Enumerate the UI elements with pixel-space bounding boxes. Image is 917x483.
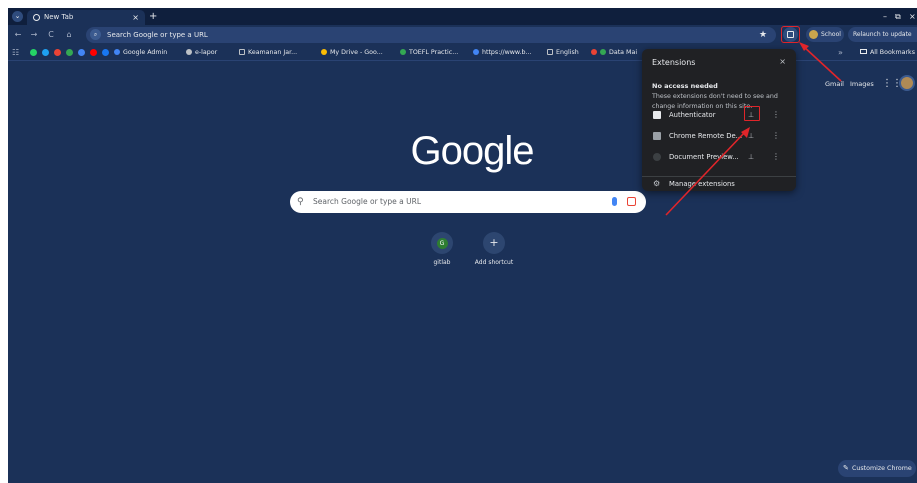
customize-label: Customize Chrome [852, 465, 912, 472]
gitlab-icon: G [436, 237, 448, 249]
tab-strip: ⌄ New Tab × + – ⧉ × [8, 8, 917, 25]
address-bar-placeholder: Search Google or type a URL [107, 31, 208, 39]
profile-avatar-icon [809, 30, 818, 39]
toolbar: ← → C ⌂ ⌕ Search Google or type a URL ★ … [8, 25, 917, 45]
maps-icon[interactable] [66, 49, 73, 56]
bookmark-data-mai[interactable]: Data Mai [591, 45, 637, 61]
extension-row-authenticator[interactable]: Authenticator ⊥ ⋮ [642, 105, 796, 125]
whatsapp-icon[interactable] [30, 49, 37, 56]
extensions-button-highlight [781, 26, 800, 43]
relaunch-button[interactable]: Relaunch to update [848, 27, 917, 42]
pin-icon[interactable]: ⊥ [748, 126, 754, 146]
tab-close-button[interactable]: × [132, 10, 139, 25]
link-icon [591, 49, 597, 55]
popup-title: Extensions [652, 58, 696, 67]
add-icon: + [483, 232, 505, 254]
manage-extensions-button[interactable]: ⚙ Manage extensions [642, 177, 796, 191]
authenticator-icon [653, 111, 661, 119]
more-options-icon[interactable]: ⋮ [772, 126, 780, 146]
bookmark-star-icon[interactable]: ★ [759, 27, 767, 43]
account-avatar[interactable] [899, 75, 915, 91]
extensions-popup: Extensions × No access needed These exte… [642, 49, 796, 191]
bookmark-keamanan[interactable]: Keamanan Jar... [239, 45, 297, 61]
customize-chrome-button[interactable]: ✎ Customize Chrome [838, 460, 916, 477]
section-title: No access needed [652, 82, 718, 90]
search-icon: ⚲ [297, 197, 304, 207]
images-link[interactable]: Images [850, 80, 874, 88]
bookmark-e-lapor[interactable]: e-lapor [186, 45, 217, 61]
docs-icon[interactable] [78, 49, 85, 56]
tab-title: New Tab [44, 13, 74, 21]
shortcut-label: gitlab [433, 259, 451, 266]
facebook-icon[interactable] [102, 49, 109, 56]
folder-icon [860, 49, 867, 54]
home-button[interactable]: ⌂ [63, 29, 75, 41]
gmail-icon[interactable] [54, 49, 61, 56]
shortcut-gitlab[interactable]: G gitlab [420, 232, 464, 266]
extension-name: Chrome Remote De... [669, 132, 743, 140]
all-bookmarks-button[interactable]: All Bookmarks [860, 45, 915, 61]
profile-label: School [821, 31, 841, 38]
extension-name: Authenticator [669, 111, 716, 119]
search-icon: ⌕ [90, 29, 101, 40]
pencil-icon: ✎ [843, 464, 849, 472]
address-bar[interactable]: ⌕ Search Google or type a URL [86, 27, 776, 43]
extension-row-document-preview[interactable]: Document Preview... ⊥ ⋮ [642, 147, 796, 167]
profile-chip[interactable]: School [806, 27, 844, 42]
search-box[interactable]: ⚲ Search Google or type a URL [290, 191, 646, 213]
forward-button[interactable]: → [28, 29, 40, 41]
extension-row-chrome-remote[interactable]: Chrome Remote De... ⊥ ⋮ [642, 126, 796, 146]
document-preview-icon [653, 153, 661, 161]
folder-icon [547, 49, 553, 55]
star-icon [400, 49, 406, 55]
voice-search-icon[interactable] [612, 197, 617, 206]
bookmark-https[interactable]: https://www.b... [473, 45, 531, 61]
popup-close-button[interactable]: × [779, 57, 786, 66]
minimize-button[interactable]: – [883, 9, 887, 24]
lens-search-icon[interactable] [627, 197, 636, 206]
manage-extensions-label: Manage extensions [669, 180, 735, 188]
apps-icon[interactable]: ☷ [12, 48, 19, 57]
globe-icon [186, 49, 192, 55]
globe-icon [473, 49, 479, 55]
shortcut-label: Add shortcut [474, 259, 514, 266]
bookmark-toefl[interactable]: TOEFL Practic... [400, 45, 458, 61]
pin-button-highlight [744, 106, 760, 121]
reload-button[interactable]: C [45, 29, 57, 41]
shortcut-add[interactable]: + Add shortcut [472, 232, 516, 266]
link-icon [600, 49, 606, 55]
bookmark-google-admin[interactable]: Google Admin [114, 45, 167, 61]
telegram-icon[interactable] [42, 49, 49, 56]
folder-icon [239, 49, 245, 55]
extension-name: Document Preview... [669, 153, 739, 161]
back-button[interactable]: ← [12, 29, 24, 41]
chrome-icon [33, 14, 40, 21]
youtube-icon[interactable] [90, 49, 97, 56]
pin-icon[interactable]: ⊥ [748, 147, 754, 167]
gear-icon: ⚙ [653, 179, 661, 188]
tab-search-button[interactable]: ⌄ [12, 11, 23, 22]
shortcut-circle: G [431, 232, 453, 254]
bookmark-english[interactable]: English [547, 45, 579, 61]
search-placeholder: Search Google or type a URL [313, 197, 422, 206]
maximize-button[interactable]: ⧉ [895, 9, 901, 24]
close-window-button[interactable]: × [909, 9, 916, 24]
bookmark-my-drive[interactable]: My Drive - Goo... [321, 45, 383, 61]
browser-window: ⌄ New Tab × + – ⧉ × ← → C ⌂ ⌕ Search Goo… [8, 8, 917, 483]
tab-new-tab[interactable]: New Tab × [27, 10, 145, 25]
more-options-icon[interactable]: ⋮ [772, 147, 780, 167]
gmail-link[interactable]: Gmail [825, 80, 844, 88]
google-logo: Google [410, 129, 535, 173]
chrome-remote-desktop-icon [653, 132, 661, 140]
google-admin-icon [114, 49, 120, 55]
drive-icon [321, 49, 327, 55]
more-options-icon[interactable]: ⋮ [772, 105, 780, 125]
bookmarks-overflow-button[interactable]: » [838, 45, 843, 61]
new-tab-button[interactable]: + [149, 9, 157, 24]
